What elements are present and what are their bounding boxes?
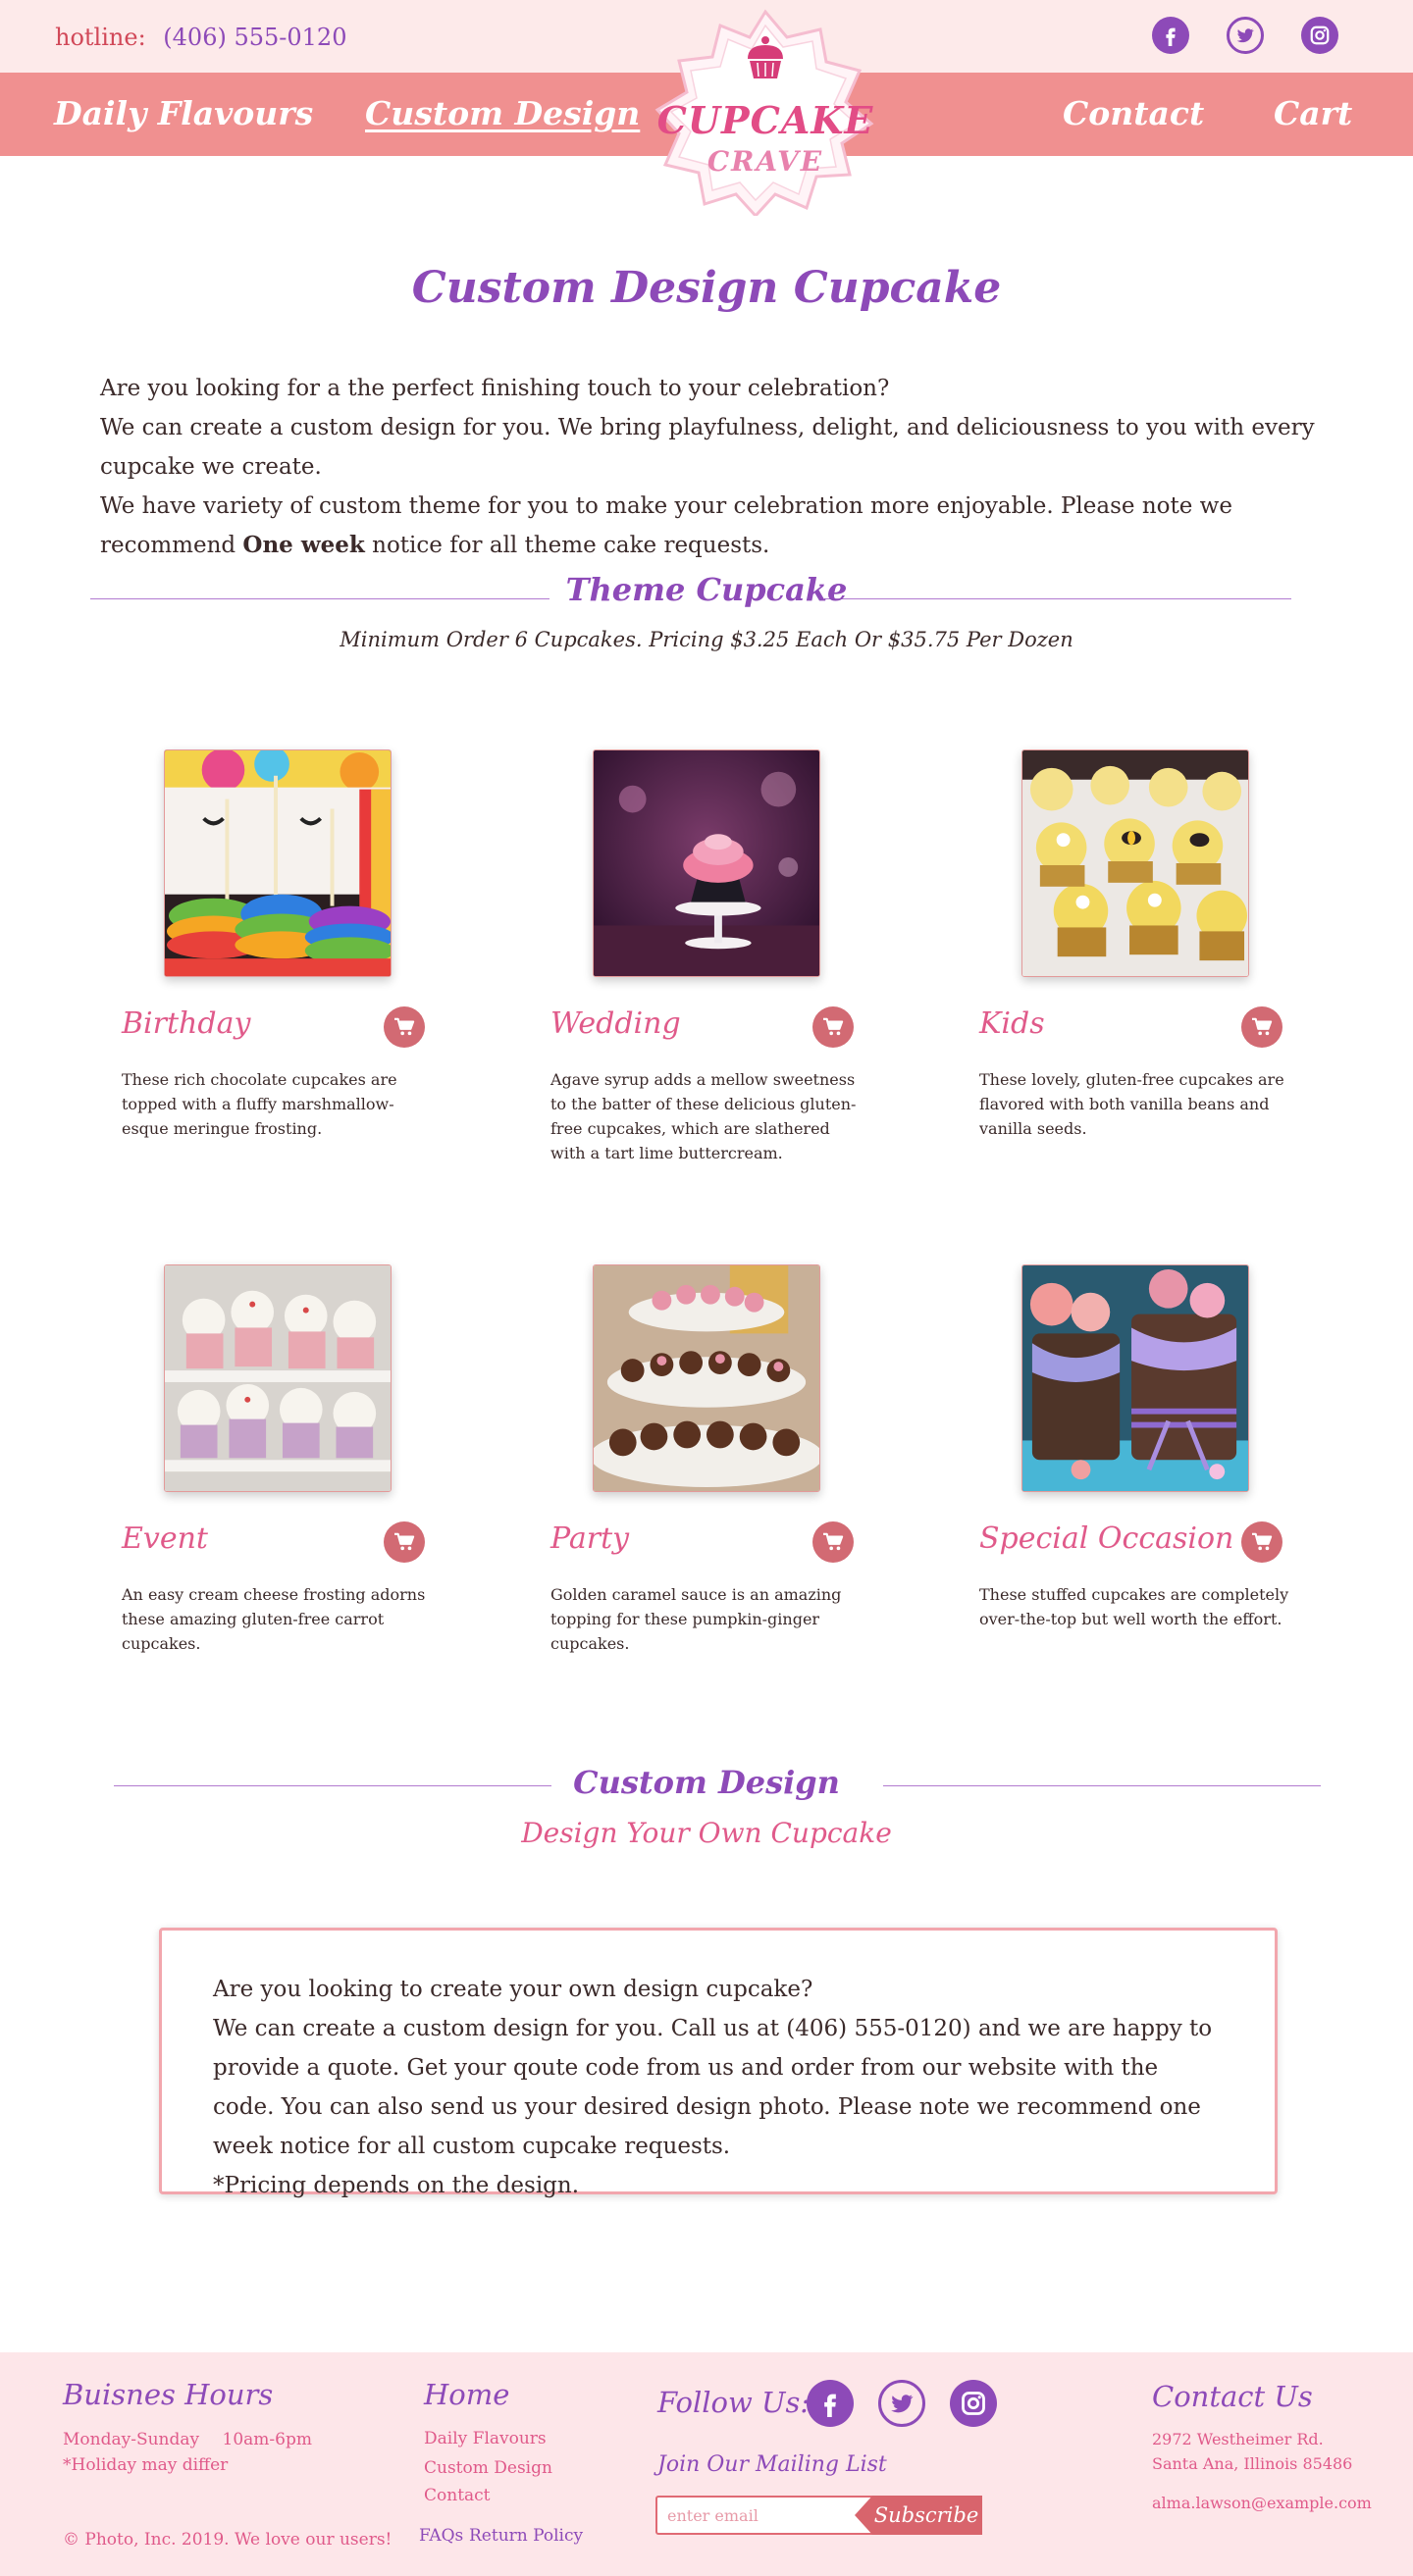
- footer-link-contact[interactable]: Contact: [424, 2486, 491, 2505]
- nav-cart[interactable]: Cart: [1274, 94, 1352, 132]
- custom-heading: Custom Design: [573, 1764, 840, 1801]
- custom-section-head: Custom Design: [0, 1764, 1413, 1813]
- card-birthday: Birthday These rich chocolate cupcakes a…: [122, 749, 455, 1191]
- kids-image[interactable]: [1021, 749, 1249, 977]
- custom-line-1: Are you looking to create your own desig…: [213, 1977, 813, 2002]
- twitter-icon[interactable]: [878, 2380, 925, 2427]
- logo-line-1: CUPCAKE: [656, 98, 874, 142]
- add-to-cart-button[interactable]: [812, 1521, 854, 1563]
- hours-line: Monday-Sunday 10am-6pm: [63, 2427, 312, 2453]
- hotline: hotline: (406) 555-0120: [55, 24, 346, 51]
- card-description: An easy cream cheese frosting adorns the…: [122, 1585, 426, 1653]
- hotline-label: hotline:: [55, 24, 146, 51]
- card-special-occasion: Special Occasion These stuffed cupcakes …: [979, 1264, 1313, 1706]
- add-to-cart-button[interactable]: [384, 1006, 425, 1048]
- intro-line-3b: notice for all theme cake requests.: [364, 533, 770, 558]
- intro-bold: One week: [242, 532, 365, 558]
- footer-social-links: [807, 2380, 997, 2427]
- hotline-number[interactable]: (406) 555-0120: [163, 24, 346, 51]
- footer: Buisnes Hours Monday-Sunday 10am-6pm *Ho…: [0, 2352, 1413, 2576]
- card-description: These lovely, gluten-free cupcakes are f…: [979, 1070, 1284, 1138]
- nav-daily-flavours[interactable]: Daily Flavours: [54, 94, 313, 132]
- intro-line-2: We can create a custom design for you. W…: [100, 415, 1315, 480]
- card-title: Event: [122, 1521, 208, 1556]
- home-title[interactable]: Home: [424, 2378, 509, 2411]
- hours-days: Monday-Sunday: [63, 2430, 200, 2449]
- contact-title: Contact Us: [1152, 2380, 1313, 2413]
- footer-link-return-policy[interactable]: Return Policy: [469, 2526, 583, 2546]
- wedding-image[interactable]: [593, 749, 820, 977]
- card-description: These rich chocolate cupcakes are topped…: [122, 1070, 397, 1138]
- custom-design-box: Are you looking to create your own desig…: [159, 1928, 1278, 2198]
- facebook-icon[interactable]: [807, 2380, 854, 2427]
- cart-icon: [1252, 1017, 1273, 1036]
- cart-icon: [823, 1017, 844, 1036]
- follow-title: Follow Us:: [657, 2386, 811, 2419]
- cart-icon: [1252, 1532, 1273, 1551]
- card-event: Event An easy cream cheese frosting ador…: [122, 1264, 455, 1706]
- party-image[interactable]: [593, 1264, 820, 1492]
- special-occasion-image[interactable]: [1021, 1264, 1249, 1492]
- nav-custom-design[interactable]: Custom Design: [365, 94, 640, 132]
- facebook-icon[interactable]: [1152, 17, 1189, 54]
- card-kids: Kids These lovely, gluten-free cupcakes …: [979, 749, 1313, 1191]
- theme-section-head: Theme Cupcake: [0, 571, 1413, 620]
- event-image[interactable]: [164, 1264, 392, 1492]
- social-links-top: [1152, 17, 1338, 54]
- card-title: Wedding: [550, 1006, 681, 1041]
- logo[interactable]: CUPCAKE CRAVE: [650, 8, 881, 216]
- email-input[interactable]: [655, 2496, 881, 2535]
- footer-link-daily-flavours[interactable]: Daily Flavours: [424, 2429, 547, 2448]
- custom-line-3: *Pricing depends on the design.: [213, 2173, 580, 2198]
- card-title: Kids: [979, 1006, 1045, 1041]
- card-wedding: Wedding Agave syrup adds a mellow sweetn…: [550, 749, 884, 1191]
- hours-time: 10am-6pm: [222, 2430, 312, 2449]
- custom-line-2: We can create a custom design for you. C…: [213, 2016, 1213, 2159]
- mailing-list-title: Join Our Mailing List: [657, 2452, 887, 2477]
- intro-line-3: We have variety of custom theme for you …: [100, 487, 1327, 565]
- pricing-text: Minimum Order 6 Cupcakes. Pricing $3.25 …: [340, 628, 1073, 651]
- add-to-cart-button[interactable]: [1241, 1006, 1282, 1048]
- card-description: Golden caramel sauce is an amazing toppi…: [550, 1585, 842, 1653]
- contact-email[interactable]: alma.lawson@example.com: [1152, 2494, 1372, 2512]
- cart-icon: [394, 1532, 415, 1551]
- logo-line-2: CRAVE: [706, 145, 824, 178]
- hours-title: Buisnes Hours: [63, 2378, 274, 2411]
- card-description: Agave syrup adds a mellow sweetness to t…: [550, 1070, 857, 1162]
- hours-note: *Holiday may differ: [63, 2455, 229, 2475]
- cart-icon: [823, 1532, 844, 1551]
- card-party: Party Golden caramel sauce is an amazing…: [550, 1264, 884, 1706]
- page-title: Custom Design Cupcake: [411, 263, 1002, 313]
- intro-line-1: Are you looking for a the perfect finish…: [100, 376, 890, 401]
- footer-link-faqs[interactable]: FAQs: [419, 2526, 463, 2546]
- add-to-cart-button[interactable]: [812, 1006, 854, 1048]
- subscribe-button[interactable]: Subscribe: [855, 2496, 982, 2535]
- address: 2972 Westheimer Rd. Santa Ana, Illinois …: [1152, 2430, 1353, 2473]
- cart-icon: [394, 1017, 415, 1036]
- card-description: These stuffed cupcakes are completely ov…: [979, 1585, 1289, 1628]
- add-to-cart-button[interactable]: [384, 1521, 425, 1563]
- card-title: Party: [550, 1521, 630, 1556]
- twitter-icon[interactable]: [1227, 17, 1264, 54]
- page: hotline: (406) 555-0120 Daily Flavours C…: [0, 0, 1413, 2576]
- card-title: Special Occasion: [979, 1521, 1234, 1556]
- nav-contact[interactable]: Contact: [1063, 94, 1204, 132]
- theme-heading: Theme Cupcake: [565, 571, 848, 608]
- instagram-icon[interactable]: [950, 2380, 997, 2427]
- instagram-icon[interactable]: [1301, 17, 1338, 54]
- add-to-cart-button[interactable]: [1241, 1521, 1282, 1563]
- copyright: © Photo, Inc. 2019. We love our users!: [63, 2530, 392, 2550]
- footer-link-custom-design[interactable]: Custom Design: [424, 2458, 552, 2478]
- intro-text: Are you looking for a the perfect finish…: [100, 369, 1327, 565]
- custom-subheading: Design Your Own Cupcake: [521, 1817, 892, 1849]
- card-title: Birthday: [122, 1006, 251, 1041]
- birthday-image[interactable]: [164, 749, 392, 977]
